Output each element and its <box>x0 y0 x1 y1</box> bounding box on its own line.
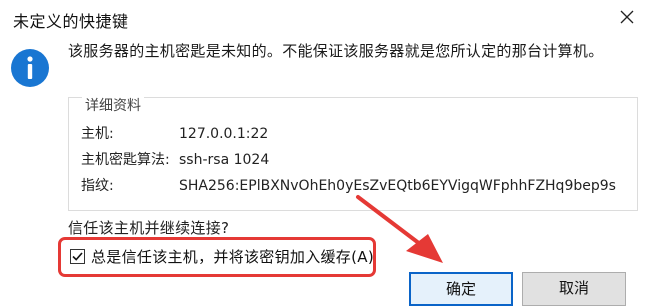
trust-question: 信任该主机并继续连接? <box>68 219 230 237</box>
detail-row-host: 主机: 127.0.0.1:22 <box>81 124 268 144</box>
info-icon <box>11 49 49 87</box>
details-group: 详细资料 主机: 127.0.0.1:22 主机密匙算法: ssh-rsa 1024… <box>68 97 638 211</box>
close-icon <box>620 10 634 24</box>
detail-value: SHA256:EPlBXNvOhEh0yEsZvEQtb6EYVigqWFphh… <box>179 178 616 194</box>
message-text: 该服务器的主机密匙是未知的。不能保证该服务器就是您所认定的那台计算机。 <box>68 42 604 60</box>
always-trust-checkbox-row[interactable]: 总是信任该主机，并将该密钥加入缓存(A) <box>70 246 374 267</box>
detail-row-fingerprint: 指纹: SHA256:EPlBXNvOhEh0yEsZvEQtb6EYVigqWF… <box>81 176 616 196</box>
details-title: 详细资料 <box>82 97 144 115</box>
detail-label: 指纹: <box>81 178 114 194</box>
always-trust-checkbox[interactable] <box>70 249 85 264</box>
detail-row-algorithm: 主机密匙算法: ssh-rsa 1024 <box>81 150 269 170</box>
title-bar: 未定义的快捷键 <box>0 0 650 34</box>
cancel-button[interactable]: 取消 <box>522 272 626 306</box>
dialog-title: 未定义的快捷键 <box>13 12 129 31</box>
checkmark-icon <box>72 252 83 261</box>
detail-label: 主机密匙算法: <box>81 152 170 168</box>
ok-button[interactable]: 确定 <box>409 272 513 306</box>
dialog-window: 未定义的快捷键 该服务器的主机密匙是未知的。不能保证该服务器就是您所认定的那台计… <box>0 0 650 306</box>
detail-label: 主机: <box>81 126 114 142</box>
always-trust-label: 总是信任该主机，并将该密钥加入缓存(A) <box>91 248 374 266</box>
detail-value: ssh-rsa 1024 <box>179 152 270 168</box>
close-button[interactable] <box>604 0 650 34</box>
detail-value: 127.0.0.1:22 <box>179 126 269 142</box>
